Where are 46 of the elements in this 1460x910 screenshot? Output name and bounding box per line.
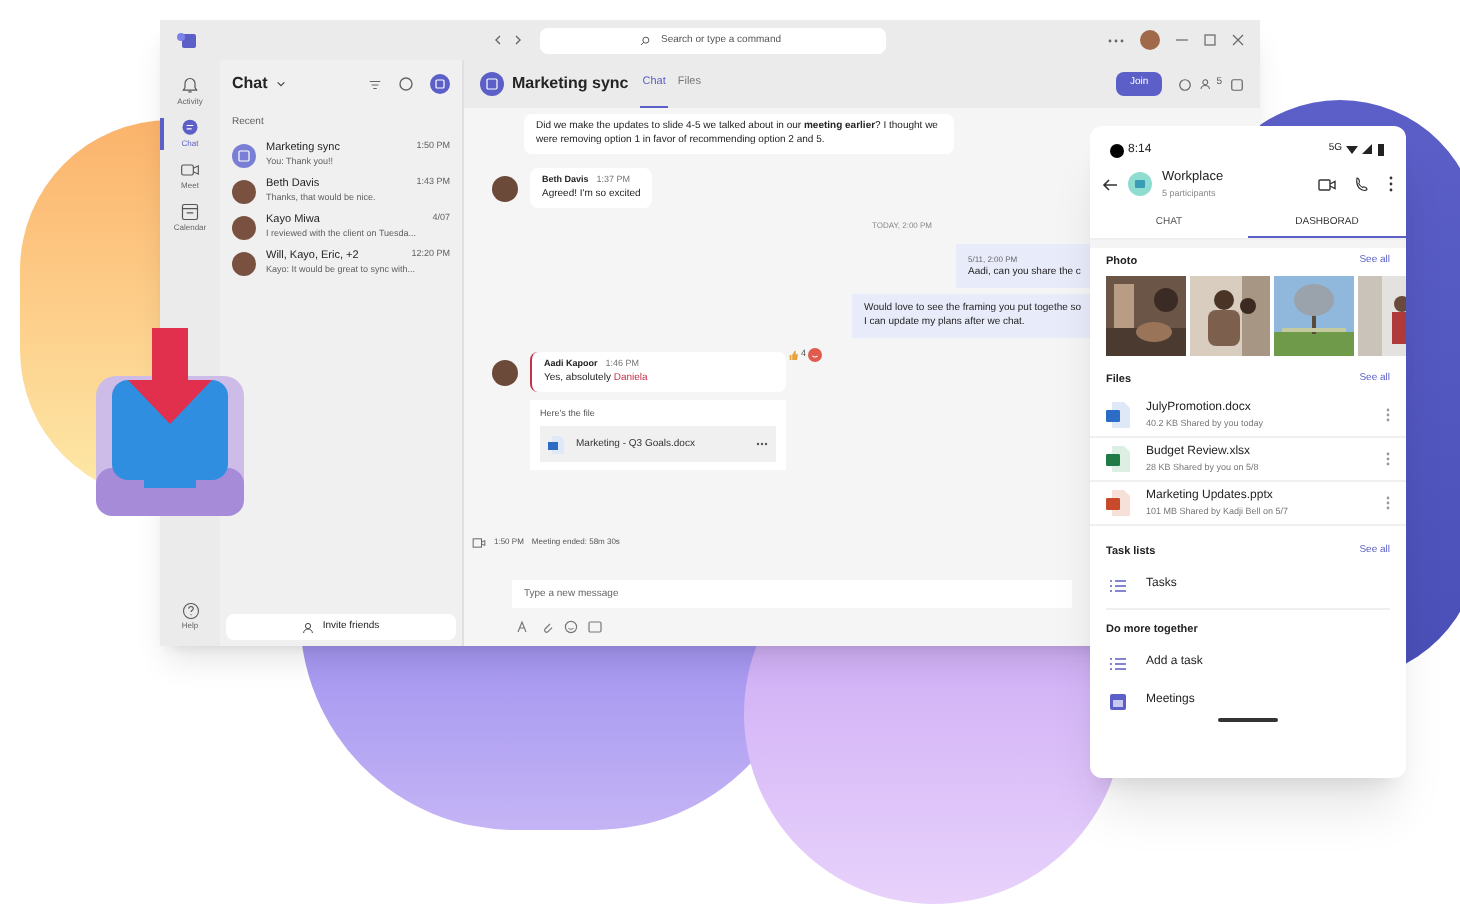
thumbs-up-icon — [788, 349, 799, 360]
home-indicator — [1218, 718, 1278, 721]
person-avatar — [232, 251, 256, 275]
emoji-reaction-icon[interactable] — [808, 347, 822, 362]
person-avatar — [232, 179, 256, 203]
close-icon[interactable] — [1232, 34, 1244, 46]
chat-bubble-icon — [180, 118, 200, 138]
phone-call-icon[interactable] — [1354, 176, 1370, 192]
format-icon[interactable] — [516, 620, 530, 634]
app-logo-icon — [176, 32, 196, 48]
bell-icon — [180, 76, 200, 96]
chevron-down-icon — [275, 80, 286, 88]
back-arrow-icon[interactable] — [1102, 177, 1118, 191]
calendar-icon — [1110, 693, 1126, 709]
person-avatar — [492, 176, 518, 202]
list-icon — [1110, 579, 1126, 591]
emoji-icon[interactable] — [564, 620, 578, 634]
new-chat-icon[interactable] — [430, 74, 450, 94]
video-camera-icon — [180, 160, 200, 180]
person-avatar — [232, 215, 256, 239]
person-add-icon — [302, 621, 315, 633]
group-avatar-icon — [232, 143, 256, 167]
person-avatar — [492, 359, 518, 386]
user-avatar[interactable] — [1140, 30, 1160, 50]
more-icon[interactable] — [1388, 176, 1394, 192]
forward-icon[interactable] — [512, 34, 524, 46]
group-avatar-icon — [480, 72, 504, 96]
more-options-icon[interactable] — [756, 442, 768, 447]
word-document-icon — [548, 435, 564, 454]
calendar-icon — [180, 202, 200, 222]
attach-icon[interactable] — [540, 620, 554, 634]
conversation-title: Marketing sync — [512, 72, 629, 96]
chat-dropdown[interactable]: Chat — [232, 72, 268, 96]
filter-icon[interactable] — [368, 77, 382, 91]
excel-file-icon — [1106, 446, 1130, 472]
group-avatar-icon — [1128, 172, 1152, 196]
signal-battery-icon — [1346, 144, 1386, 156]
list-icon — [1110, 657, 1126, 669]
word-file-icon — [1106, 402, 1130, 428]
back-icon[interactable] — [492, 34, 504, 46]
video-camera-icon — [472, 537, 486, 547]
powerpoint-file-icon — [1106, 490, 1130, 516]
people-icon — [1200, 78, 1215, 90]
search-icon — [640, 35, 650, 45]
help-icon — [181, 602, 199, 620]
maximize-icon[interactable] — [1204, 34, 1216, 46]
